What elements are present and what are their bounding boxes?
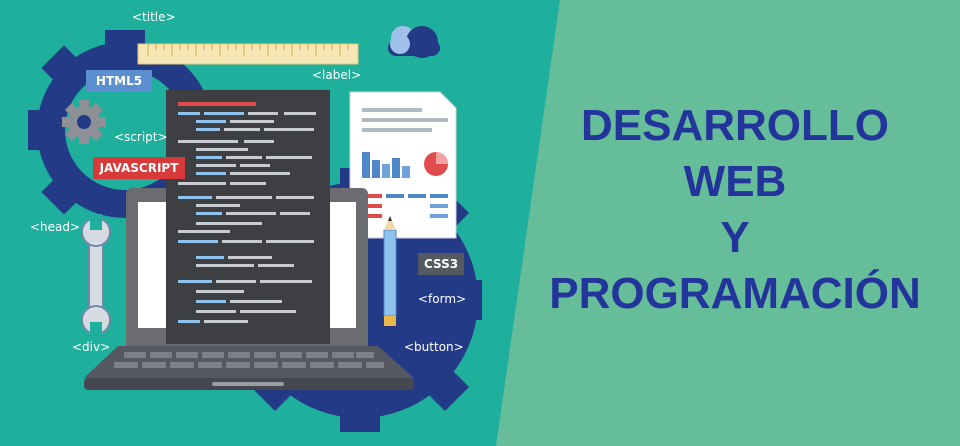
headline: DESARROLLO WEB Y PROGRAMACIÓN bbox=[520, 98, 950, 322]
headline-line-4: PROGRAMACIÓN bbox=[549, 269, 921, 318]
tag-script: <script> bbox=[114, 130, 168, 144]
banner: <title> <label> <script> <head> <div> <f… bbox=[0, 0, 960, 446]
headline-line-3: Y bbox=[720, 213, 750, 262]
ruler-icon bbox=[137, 43, 359, 65]
tag-div: <div> bbox=[72, 340, 111, 354]
javascript-badge: JAVASCRIPT bbox=[93, 157, 185, 179]
tag-title: <title> bbox=[132, 10, 176, 24]
gear-icon bbox=[62, 100, 106, 144]
tag-head: <head> bbox=[30, 220, 81, 234]
pencil-icon bbox=[383, 216, 397, 326]
css3-badge: CSS3 bbox=[418, 253, 464, 275]
cloud-icon bbox=[388, 26, 440, 58]
tag-button: <button> bbox=[404, 340, 464, 354]
headline-line-2: WEB bbox=[683, 157, 787, 206]
html5-badge: HTML5 bbox=[86, 70, 152, 92]
headline-line-1: DESARROLLO bbox=[581, 101, 889, 150]
code-editor bbox=[166, 90, 330, 344]
tag-form: <form> bbox=[418, 292, 467, 306]
tag-label: <label> bbox=[312, 68, 362, 82]
